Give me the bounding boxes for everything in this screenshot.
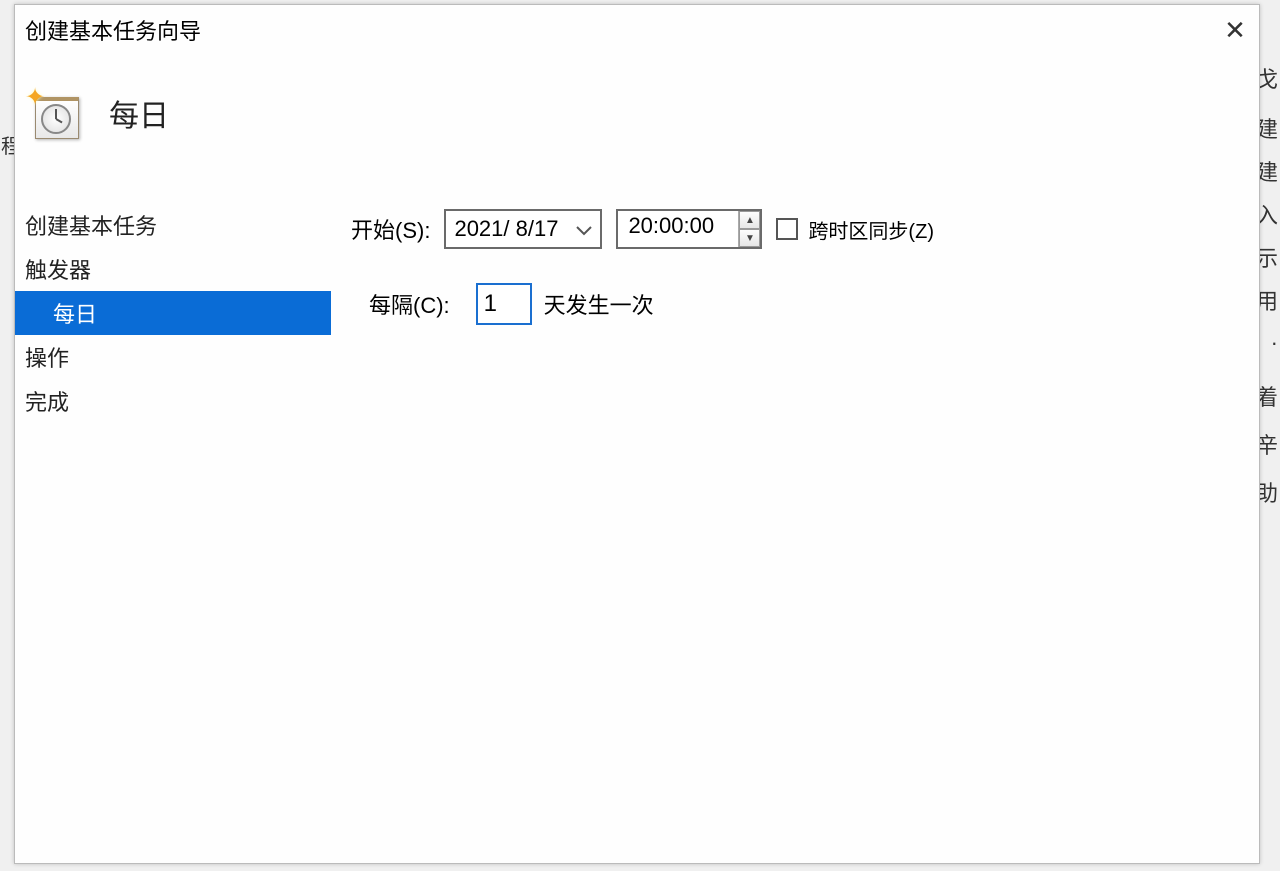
start-row: 开始(S): 2021/ 8/17 20:00:00 ▲ ▼ [351, 209, 1239, 249]
bg-text: · [1271, 330, 1278, 356]
spinner-buttons: ▲ ▼ [738, 211, 760, 247]
wizard-dialog: 创建基本任务向导 ✕ ✦ 每日 创建基本任务 触发器 每日 操作 完成 开始(S… [14, 4, 1260, 864]
spinner-up-button[interactable]: ▲ [739, 211, 760, 229]
chevron-down-icon [576, 216, 592, 242]
titlebar: 创建基本任务向导 ✕ [15, 5, 1259, 49]
sync-timezone-label: 跨时区同步(Z) [808, 215, 934, 244]
sidebar-item-finish[interactable]: 完成 [15, 379, 331, 423]
sync-timezone-checkbox[interactable]: 跨时区同步(Z) [776, 215, 934, 244]
scheduled-task-icon: ✦ [29, 87, 79, 139]
start-date-value: 2021/ 8/17 [454, 216, 558, 242]
close-icon: ✕ [1224, 15, 1246, 46]
close-button[interactable]: ✕ [1219, 14, 1251, 46]
wizard-sidebar: 创建基本任务 触发器 每日 操作 完成 [15, 197, 331, 863]
recur-days-input[interactable] [476, 283, 532, 325]
body-area: 创建基本任务 触发器 每日 操作 完成 开始(S): 2021/ 8/17 20… [15, 197, 1259, 863]
start-time-value: 20:00:00 [618, 211, 738, 247]
spinner-down-button[interactable]: ▼ [739, 229, 760, 247]
header-area: ✦ 每日 [15, 49, 1259, 197]
content-area: 开始(S): 2021/ 8/17 20:00:00 ▲ ▼ [331, 197, 1259, 863]
start-time-spinner[interactable]: 20:00:00 ▲ ▼ [616, 209, 762, 249]
start-label: 开始(S): [351, 213, 430, 245]
recur-suffix: 天发生一次 [544, 288, 654, 320]
sidebar-item-create-task[interactable]: 创建基本任务 [15, 203, 331, 247]
page-title: 每日 [109, 91, 169, 135]
recur-row: 每隔(C): 天发生一次 [369, 283, 1239, 325]
sidebar-item-action[interactable]: 操作 [15, 335, 331, 379]
dialog-title: 创建基本任务向导 [25, 14, 201, 46]
start-date-picker[interactable]: 2021/ 8/17 [444, 209, 602, 249]
checkbox-box [776, 218, 798, 240]
sidebar-item-trigger[interactable]: 触发器 [15, 247, 331, 291]
recur-label: 每隔(C): [369, 288, 450, 320]
sidebar-item-daily[interactable]: 每日 [15, 291, 331, 335]
